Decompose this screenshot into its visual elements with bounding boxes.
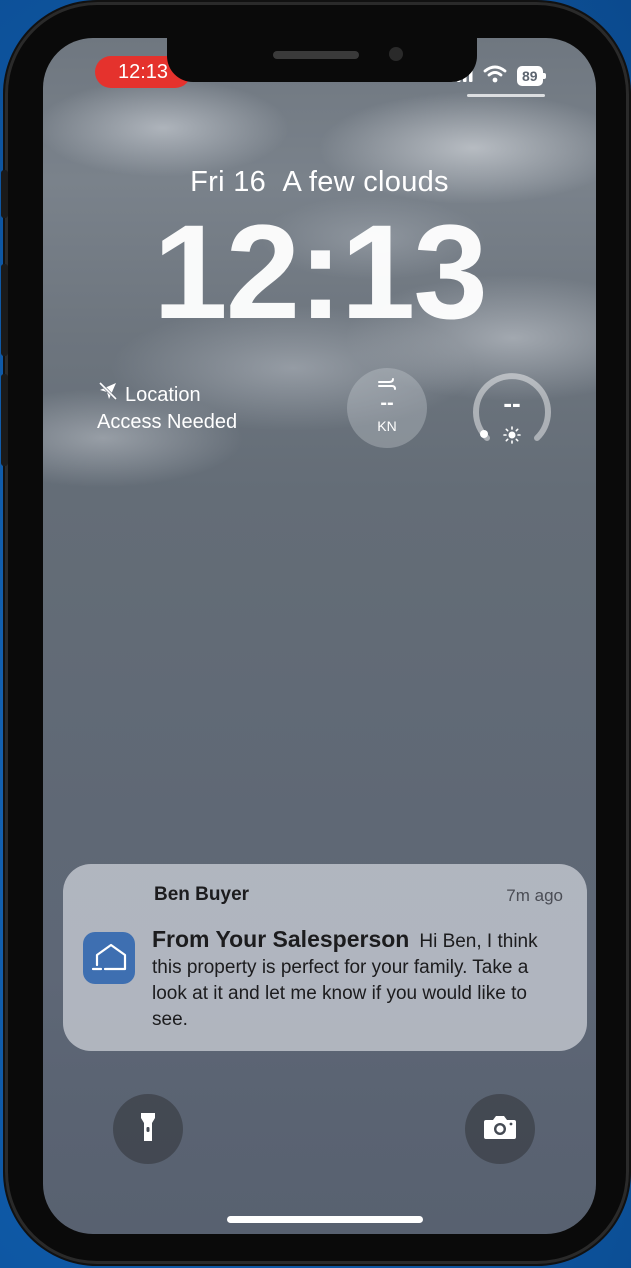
location-off-icon bbox=[97, 380, 119, 409]
front-camera bbox=[389, 47, 403, 61]
volume-down-button bbox=[1, 374, 8, 466]
lock-clock: 12:13 bbox=[153, 198, 488, 347]
home-icon bbox=[83, 932, 135, 984]
lock-screen: 12:13 89 Fri 16 A few clouds 12:13 Locat… bbox=[43, 38, 596, 1234]
battery-indicator: 89 bbox=[517, 66, 546, 86]
notification-title: From Your Salesperson bbox=[152, 926, 410, 952]
date-weather-line: Fri 16 A few clouds bbox=[43, 166, 596, 199]
camera-icon bbox=[483, 1114, 517, 1145]
wifi-icon bbox=[483, 65, 507, 88]
sun-icon bbox=[503, 426, 521, 449]
lock-date: Fri 16 bbox=[190, 166, 267, 198]
uv-widget[interactable]: -- bbox=[467, 364, 557, 454]
phone-frame: 12:13 89 Fri 16 A few clouds 12:13 Locat… bbox=[1, 2, 629, 1264]
earpiece-speaker bbox=[273, 51, 359, 59]
camera-button[interactable] bbox=[465, 1094, 535, 1164]
notch bbox=[167, 38, 477, 82]
uv-value: -- bbox=[503, 388, 521, 418]
notification-sender: Ben Buyer bbox=[154, 884, 250, 905]
lock-weather: A few clouds bbox=[282, 166, 449, 198]
flashlight-button[interactable] bbox=[113, 1094, 183, 1164]
wind-value: -- bbox=[380, 392, 394, 414]
flashlight-icon bbox=[140, 1112, 156, 1147]
wind-unit: KN bbox=[377, 418, 397, 434]
wind-widget[interactable]: -- KN bbox=[347, 368, 427, 448]
mute-switch bbox=[1, 170, 8, 218]
control-center-indicator[interactable] bbox=[467, 94, 545, 97]
location-widget[interactable]: Location Access Needed bbox=[97, 380, 237, 435]
notification-card[interactable]: Ben Buyer 7m ago From Your Salesperson Hi… bbox=[63, 864, 587, 1051]
location-status: Access Needed bbox=[97, 411, 238, 433]
home-indicator[interactable] bbox=[227, 1216, 423, 1223]
notification-body: From Your Salesperson Hi Ben, I think thi… bbox=[152, 926, 562, 1033]
location-label: Location bbox=[125, 383, 201, 406]
volume-up-button bbox=[1, 264, 8, 356]
notification-time: 7m ago bbox=[506, 886, 563, 905]
